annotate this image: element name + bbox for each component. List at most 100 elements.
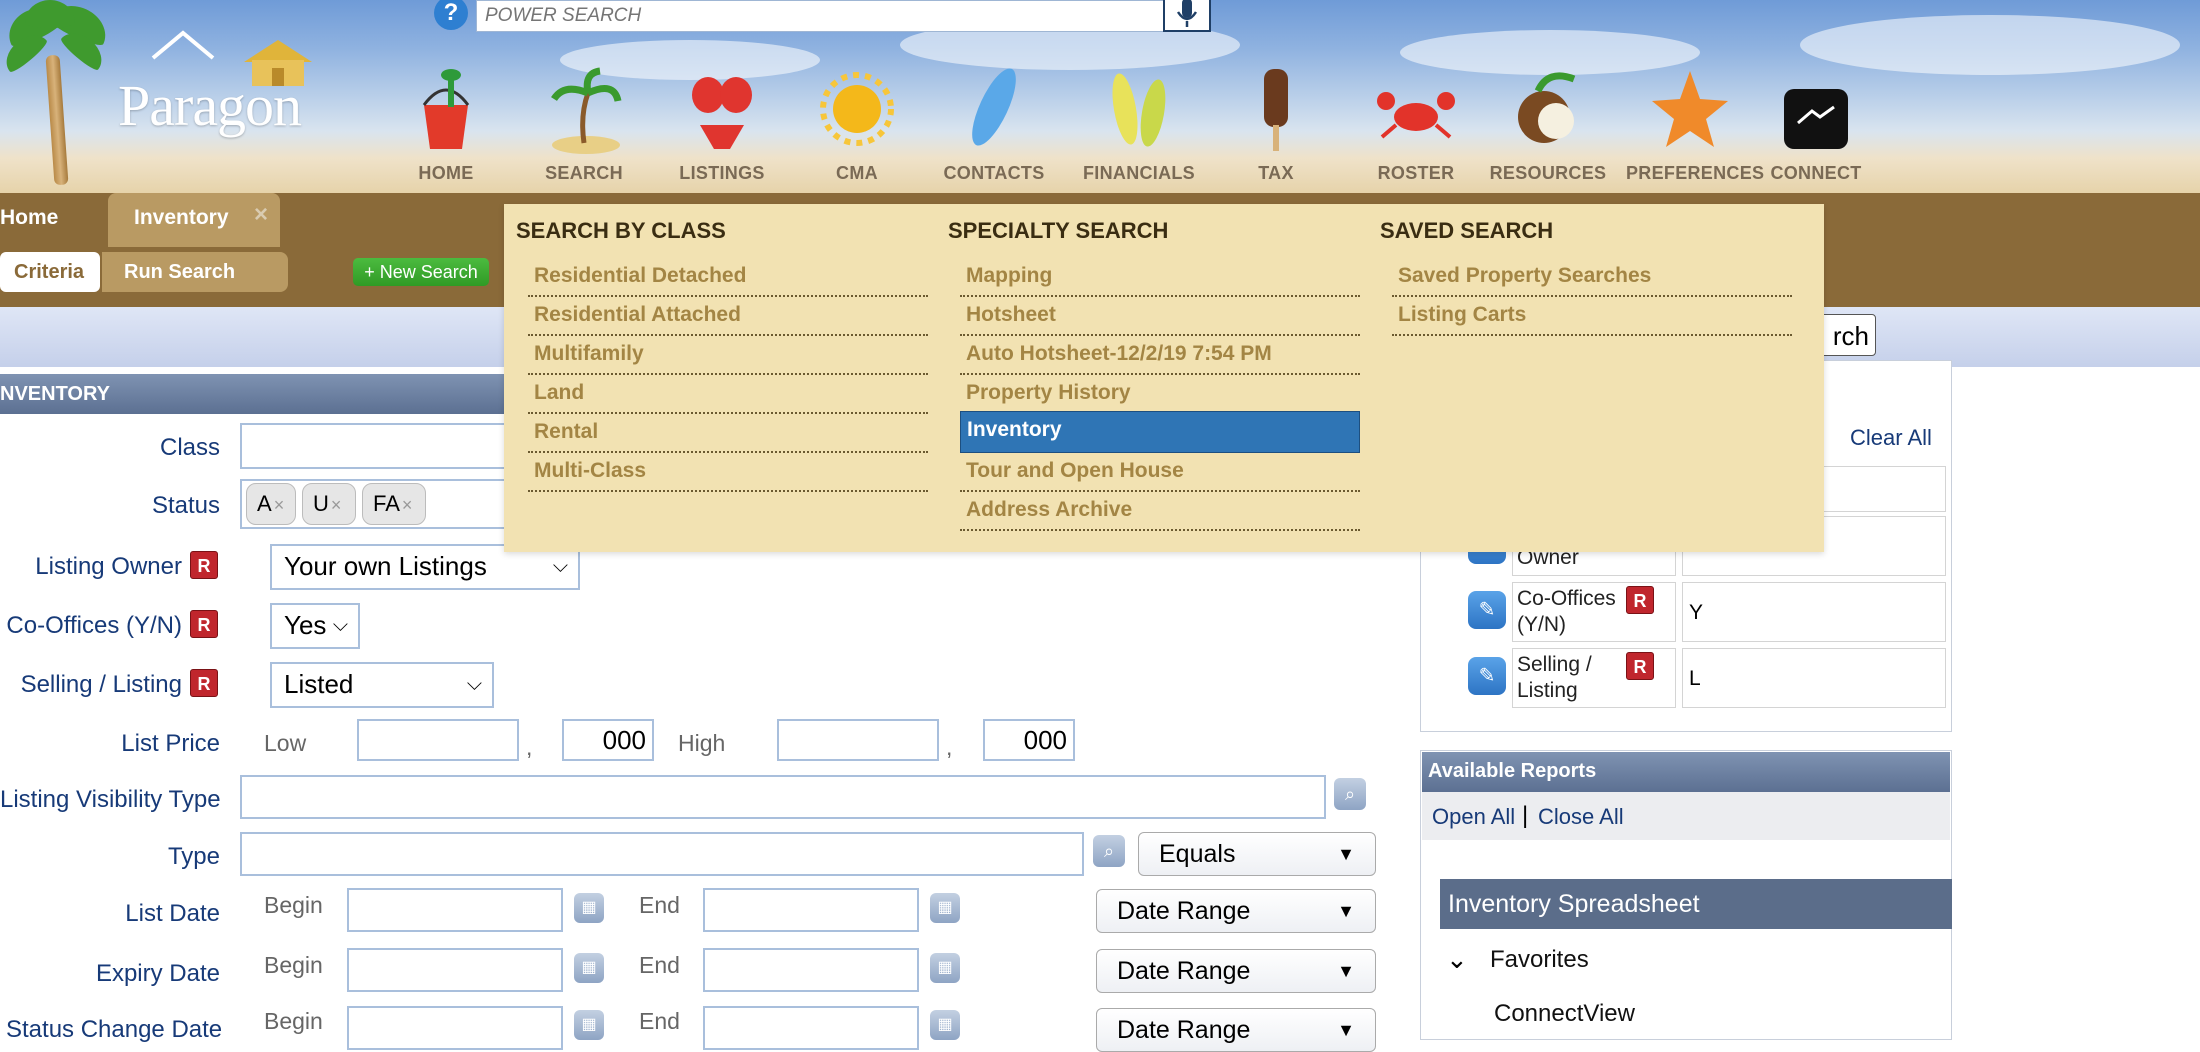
type-operator-dropdown[interactable]: Equals ▼ — [1138, 832, 1376, 876]
power-search-input[interactable] — [477, 1, 1127, 31]
nav-home[interactable]: HOME — [382, 65, 510, 184]
favorites-group[interactable]: Favorites — [1490, 946, 1589, 974]
nav-roster[interactable]: ROSTER — [1352, 65, 1480, 184]
high-label: High — [678, 730, 726, 756]
expiry-date-range-dropdown[interactable]: Date Range ▼ — [1096, 949, 1376, 993]
edit-icon[interactable]: ✎ — [1468, 591, 1506, 629]
expiry-date-begin[interactable] — [347, 948, 563, 992]
menu-item-multifamily[interactable]: Multifamily — [528, 336, 928, 375]
status-change-range-dropdown[interactable]: Date Range ▼ — [1096, 1008, 1376, 1052]
lookup-icon[interactable]: ⌕ — [1334, 778, 1366, 810]
menu-item-hotsheet[interactable]: Hotsheet — [960, 297, 1360, 336]
status-chip[interactable]: A × — [246, 483, 296, 525]
connect-icon — [1776, 65, 1856, 155]
microphone-button[interactable] — [1163, 0, 1211, 32]
calendar-icon[interactable]: ▦ — [930, 893, 960, 923]
logo[interactable]: Paragon — [118, 72, 302, 139]
menu-item-inventory[interactable]: Inventory — [960, 411, 1360, 453]
edit-icon[interactable]: ✎ — [1468, 657, 1506, 695]
price-low-thousands[interactable] — [562, 719, 654, 761]
menu-item-land[interactable]: Land — [528, 375, 928, 414]
reports-header: Available Reports — [1422, 752, 1950, 792]
menu-item-rental[interactable]: Rental — [528, 414, 928, 453]
nav-cma[interactable]: CMA — [793, 65, 921, 184]
price-high-input[interactable] — [777, 719, 939, 761]
comma-label: , — [526, 734, 533, 760]
price-low-input[interactable] — [357, 719, 519, 761]
nav-financials[interactable]: FINANCIALS — [1075, 65, 1203, 184]
report-connectview[interactable]: ConnectView — [1494, 1000, 1635, 1028]
begin-label: Begin — [264, 1008, 323, 1034]
subtab-criteria[interactable]: Criteria — [0, 252, 100, 292]
power-search[interactable] — [476, 0, 1166, 32]
list-price-label: List Price — [121, 730, 220, 757]
open-all-link[interactable]: Open All — [1432, 804, 1515, 830]
chevron-down-icon: ⌵ — [552, 555, 568, 577]
new-search-button[interactable]: + New Search — [353, 258, 489, 286]
remove-icon[interactable]: × — [274, 495, 285, 515]
list-date-label: List Date — [125, 900, 220, 927]
list-date-end[interactable] — [703, 888, 919, 932]
nav-preferences[interactable]: PREFERENCES — [1626, 65, 1764, 184]
menu-item-residential-detached[interactable]: Residential Detached — [528, 258, 928, 297]
nav-listings[interactable]: LISTINGS — [658, 65, 786, 184]
close-icon[interactable]: × — [254, 201, 268, 229]
list-date-range-dropdown[interactable]: Date Range ▼ — [1096, 889, 1376, 933]
nav-listings-label: LISTINGS — [679, 163, 765, 183]
clear-all-link[interactable]: Clear All — [1850, 425, 1932, 451]
price-high-thousands[interactable] — [983, 719, 1075, 761]
coconut-icon — [1508, 65, 1588, 155]
menu-item-residential-attached[interactable]: Residential Attached — [528, 297, 928, 336]
menu-item-property-history[interactable]: Property History — [960, 375, 1360, 414]
nav-search[interactable]: SEARCH — [520, 65, 648, 184]
menu-item-saved-property-searches[interactable]: Saved Property Searches — [1392, 258, 1792, 297]
status-chip[interactable]: U × — [302, 483, 356, 525]
tab-home[interactable]: Home — [0, 206, 58, 230]
menu-item-tour-open-house[interactable]: Tour and Open House — [960, 453, 1360, 492]
begin-label: Begin — [264, 952, 323, 978]
nav-home-label: HOME — [418, 163, 474, 183]
nav-tax[interactable]: TAX — [1212, 65, 1340, 184]
lookup-icon[interactable]: ⌕ — [1093, 835, 1125, 867]
menu-item-listing-carts[interactable]: Listing Carts — [1392, 297, 1792, 336]
caret-down-icon: ▼ — [1337, 844, 1355, 864]
remove-icon[interactable]: × — [402, 495, 413, 515]
list-date-begin[interactable] — [347, 888, 563, 932]
close-all-link[interactable]: Close All — [1538, 804, 1624, 830]
end-label: End — [639, 952, 680, 978]
status-chip[interactable]: FA × — [362, 483, 426, 525]
co-offices-select[interactable]: Yes ⌵ — [270, 603, 360, 649]
help-icon[interactable]: ? — [434, 0, 468, 30]
chevron-down-icon[interactable]: ⌄ — [1446, 944, 1468, 975]
calendar-icon[interactable]: ▦ — [930, 1010, 960, 1040]
nav-resources[interactable]: RESOURCES — [1484, 65, 1612, 184]
required-badge: R — [1626, 652, 1654, 680]
type-label: Type — [167, 843, 220, 870]
calendar-icon[interactable]: ▦ — [574, 1010, 604, 1040]
nav-connect[interactable]: CONNECT — [1752, 65, 1880, 184]
selling-listing-select[interactable]: Listed ⌵ — [270, 662, 494, 708]
menu-item-multi-class[interactable]: Multi-Class — [528, 453, 928, 492]
menu-item-auto-hotsheet[interactable]: Auto Hotsheet-12/2/19 7:54 PM — [960, 336, 1360, 375]
required-badge: R — [190, 551, 218, 579]
calendar-icon[interactable]: ▦ — [574, 953, 604, 983]
calendar-icon[interactable]: ▦ — [930, 953, 960, 983]
type-input[interactable] — [240, 832, 1084, 876]
popsicle-icon — [1236, 65, 1316, 155]
caret-down-icon: ▼ — [1337, 901, 1355, 921]
flipflops-icon — [1099, 65, 1179, 155]
menu-item-address-archive[interactable]: Address Archive — [960, 492, 1360, 531]
visibility-input[interactable] — [240, 775, 1326, 819]
nav-contacts[interactable]: CONTACTS — [930, 65, 1058, 184]
remove-icon[interactable]: × — [331, 495, 342, 515]
expiry-date-end[interactable] — [703, 948, 919, 992]
subtab-run-search[interactable]: Run Search — [102, 252, 288, 292]
status-change-begin[interactable] — [347, 1006, 563, 1050]
status-change-end[interactable] — [703, 1006, 919, 1050]
report-inventory-spreadsheet[interactable]: Inventory Spreadsheet — [1440, 879, 1952, 929]
subtab-run-search-label: Run Search — [124, 261, 236, 283]
tab-inventory[interactable]: Inventory × — [108, 193, 280, 247]
class-input[interactable] — [240, 423, 520, 469]
calendar-icon[interactable]: ▦ — [574, 893, 604, 923]
menu-item-mapping[interactable]: Mapping — [960, 258, 1360, 297]
